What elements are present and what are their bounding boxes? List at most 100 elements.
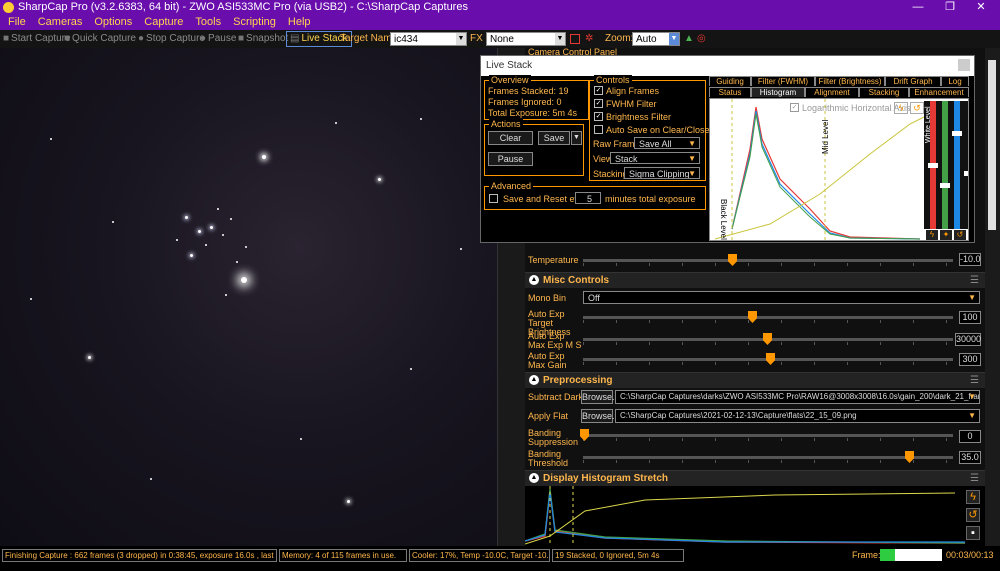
stretch-icon[interactable]: ✦ — [940, 230, 952, 240]
level-sliders[interactable]: White Level — [924, 101, 968, 229]
pause-button[interactable]: ● Pause — [200, 32, 236, 46]
subtract-dark-select[interactable]: C:\SharpCap Captures\darks\ZWO ASI533MC … — [615, 390, 980, 404]
ae-target-slider[interactable] — [583, 311, 953, 323]
tab-log[interactable]: Log — [941, 76, 969, 86]
menu-help[interactable]: Help — [282, 15, 317, 30]
tab-status[interactable]: Status — [709, 87, 751, 97]
close-button[interactable]: ✕ — [966, 0, 996, 15]
banding-threshold-slider[interactable] — [583, 451, 953, 463]
view-select[interactable]: Stack ▼ — [610, 152, 700, 164]
menu-options[interactable]: Options — [88, 15, 138, 30]
raw-frames-select[interactable]: Save All ▼ — [634, 137, 700, 149]
ae-max-exp-slider[interactable] — [583, 333, 953, 345]
red-level-handle[interactable] — [928, 163, 938, 168]
preprocessing-header[interactable]: ▲ Preprocessing ☰ — [525, 372, 985, 388]
close-icon[interactable] — [958, 59, 970, 71]
quick-capture-button[interactable]: ■ Quick Capture — [64, 32, 136, 46]
menu-capture[interactable]: Capture — [138, 15, 189, 30]
fx-select[interactable]: None ▼ — [486, 32, 566, 46]
clear-button[interactable]: Clear — [488, 131, 533, 145]
stack-histogram-plot — [714, 99, 925, 242]
green-level-handle[interactable] — [940, 183, 950, 188]
target-icon[interactable]: ◎ — [697, 32, 706, 46]
banding-suppression-label: Banding Suppression — [528, 428, 579, 447]
banding-suppression-value[interactable]: 0 — [959, 430, 981, 443]
tab-filter-fwhm[interactable]: Filter (FWHM) — [751, 76, 815, 86]
blue-channel-bar[interactable] — [954, 101, 960, 229]
subtract-dark-browse-button[interactable]: Browse... — [581, 390, 620, 404]
misc-controls-header[interactable]: ▲ Misc Controls ☰ — [525, 272, 985, 288]
temperature-label: Temperature — [528, 255, 579, 265]
reset-icon[interactable]: ↺ — [954, 230, 966, 240]
apply-flat-browse-button[interactable]: Browse... — [581, 409, 620, 423]
live-stack-tabs-top: Guiding Filter (FWHM) Filter (Brightness… — [709, 76, 969, 86]
save-reset-stepper[interactable]: 5 — [575, 192, 601, 204]
blue-level-handle[interactable] — [952, 131, 962, 136]
pause-stack-button[interactable]: Pause — [488, 152, 533, 166]
ae-max-gain-value[interactable]: 300 — [959, 353, 981, 366]
fwhm-filter-checkbox[interactable]: ✓ — [594, 99, 603, 108]
tab-alignment[interactable]: Alignment — [805, 87, 859, 97]
align-frames-checkbox[interactable]: ✓ — [594, 86, 603, 95]
save-icon[interactable]: ▪ — [966, 526, 980, 540]
display-histogram-chart[interactable]: ϟ ↺ ▪ — [524, 486, 985, 546]
stop-capture-button[interactable]: ● Stop Capture — [138, 32, 205, 46]
histogram-icon[interactable]: ▲ — [684, 32, 694, 46]
tab-histogram[interactable]: Histogram — [751, 87, 805, 97]
star — [245, 246, 247, 248]
apply-flat-select[interactable]: C:\SharpCap Captures\2021-02-12-13\Captu… — [615, 409, 980, 423]
auto-save-checkbox[interactable] — [594, 125, 603, 134]
tab-enhancement[interactable]: Enhancement — [909, 87, 969, 97]
save-options-chevron-icon[interactable]: ▼ — [571, 131, 582, 145]
reset-icon[interactable]: ↺ — [966, 508, 980, 522]
start-capture-button[interactable]: ■ Start Capture — [3, 32, 71, 46]
star — [225, 294, 227, 296]
select-area-icon[interactable] — [570, 34, 580, 44]
save-reset-checkbox[interactable] — [489, 194, 498, 203]
menu-icon[interactable]: ☰ — [970, 273, 979, 288]
menu-icon[interactable]: ☰ — [970, 471, 979, 486]
temperature-value[interactable]: -10.0 — [959, 253, 981, 266]
mono-bin-select[interactable]: Off ▼ — [583, 291, 980, 304]
brightness-filter-checkbox[interactable]: ✓ — [594, 112, 603, 121]
align-frames-label: Align Frames — [606, 86, 660, 96]
banding-threshold-value[interactable]: 35.0 — [959, 451, 981, 464]
menu-file[interactable]: File — [0, 15, 32, 30]
memory-status: Memory: 4 of 115 frames in use. — [279, 549, 407, 562]
pause-icon: ● — [200, 33, 207, 44]
minimize-button[interactable]: — — [903, 0, 933, 15]
display-histogram-header[interactable]: ▲ Display Histogram Stretch ☰ — [525, 470, 985, 486]
master-level-handle[interactable] — [964, 171, 968, 176]
tab-filter-brightness[interactable]: Filter (Brightness) — [815, 76, 885, 86]
stacking-select[interactable]: Sigma Clipping ▼ — [624, 167, 700, 179]
tab-stacking[interactable]: Stacking — [859, 87, 909, 97]
ae-target-value[interactable]: 100 — [959, 311, 981, 324]
frames-ignored: Frames Ignored: 0 — [488, 97, 562, 107]
crosshair-icon[interactable]: ✲ — [585, 32, 593, 46]
auto-stretch-icon[interactable]: ϟ — [966, 490, 980, 504]
snapshot-button[interactable]: ■ Snapshot — [238, 32, 288, 46]
zoom-select[interactable]: Auto ▼ — [632, 32, 680, 46]
target-name-input[interactable]: ic434 ▼ — [390, 32, 467, 46]
tab-drift-graph[interactable]: Drift Graph — [885, 76, 941, 86]
stack-histogram-panel[interactable]: ✓ Logarithmic Horizontal Axis ϟ ↺ Black … — [709, 98, 969, 242]
toolbar: ■ Start Capture ■ Quick Capture ● Stop Capt… — [0, 30, 1000, 48]
ae-max-exp-value[interactable]: 30000 — [955, 333, 981, 346]
menu-tools[interactable]: Tools — [189, 15, 227, 30]
temperature-slider[interactable] — [583, 254, 953, 266]
maximize-button[interactable]: ❐ — [935, 0, 965, 15]
tab-guiding[interactable]: Guiding — [709, 76, 751, 86]
preview-image[interactable] — [0, 48, 497, 546]
banding-suppression-slider[interactable] — [580, 429, 953, 441]
green-channel-bar[interactable] — [942, 101, 948, 229]
chevron-down-icon: ▼ — [968, 392, 976, 401]
save-button[interactable]: Save — [538, 131, 570, 145]
scrollbar-thumb[interactable] — [988, 60, 996, 230]
menu-icon[interactable]: ☰ — [970, 373, 979, 388]
menu-cameras[interactable]: Cameras — [32, 15, 89, 30]
chevron-down-icon: ▼ — [456, 33, 466, 45]
ae-max-gain-slider[interactable] — [583, 353, 953, 365]
auto-stretch-icon[interactable]: ϟ — [926, 230, 938, 240]
menu-scripting[interactable]: Scripting — [227, 15, 282, 30]
panel-scrollbar[interactable] — [985, 48, 1000, 546]
